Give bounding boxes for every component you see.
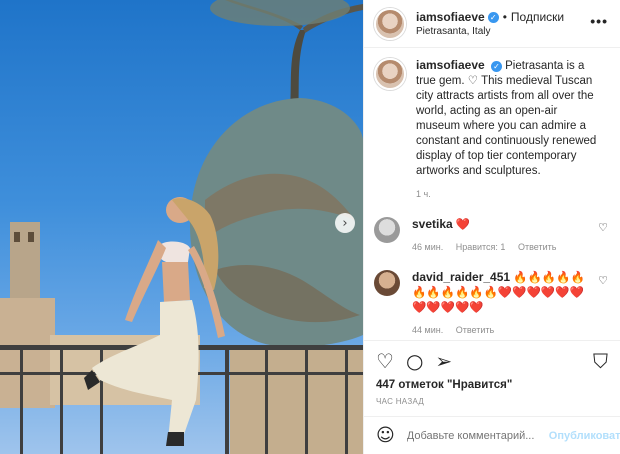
emoji-icon[interactable]: ☺ bbox=[376, 425, 395, 446]
post-location[interactable]: Pietrasanta, Italy bbox=[416, 26, 564, 37]
post-actions: ♡ ○ ➢ ⛉ 447 отметок "Нравится" ЧАС НАЗАД bbox=[364, 340, 620, 406]
commenter-username[interactable]: david_raider_451 bbox=[412, 270, 510, 284]
comment-time[interactable]: 46 мин. bbox=[412, 242, 443, 252]
comment-text: ❤️ bbox=[455, 219, 471, 231]
author-avatar[interactable] bbox=[374, 7, 406, 40]
separator-dot: • bbox=[502, 10, 507, 24]
more-options-icon[interactable]: ••• bbox=[590, 13, 608, 29]
caption-username[interactable]: iamsofiaeve bbox=[416, 58, 485, 72]
bookmark-icon[interactable]: ⛉ bbox=[593, 351, 608, 371]
tree-foliage bbox=[210, 0, 350, 26]
building bbox=[230, 345, 363, 454]
commenter-username[interactable]: svetika bbox=[412, 217, 453, 231]
caption-author-avatar[interactable] bbox=[374, 58, 406, 90]
reply-button[interactable]: Ответить bbox=[518, 242, 556, 252]
caption-text: Pietrasanta is a true gem. ♡ This mediev… bbox=[416, 60, 597, 177]
person bbox=[84, 197, 225, 446]
add-comment-bar: ☺ Опубликовать bbox=[364, 416, 620, 454]
comment-likes[interactable]: Нравится: 1 bbox=[456, 242, 506, 252]
reply-button[interactable]: Ответить bbox=[456, 325, 494, 335]
publish-button[interactable]: Опубликовать bbox=[549, 430, 620, 442]
comment-item: david_raider_451 🔥🔥🔥🔥🔥🔥🔥🔥🔥🔥🔥❤️❤️❤️❤️❤️❤️… bbox=[374, 270, 608, 338]
post-caption: iamsofiaeve ✓ Pietrasanta is a true gem.… bbox=[374, 58, 608, 202]
photo-scene bbox=[0, 0, 363, 454]
building bbox=[0, 298, 55, 408]
commenter-avatar[interactable] bbox=[374, 217, 400, 243]
author-username[interactable]: iamsofiaeve bbox=[416, 10, 485, 24]
comment-time[interactable]: 44 мин. bbox=[412, 325, 443, 335]
comment-icon[interactable]: ○ bbox=[406, 351, 423, 371]
instagram-post: › iamsofiaeve ✓ • Подписки Pietrasanta, … bbox=[0, 0, 620, 454]
comment-item: svetika ❤️ 46 мин. Нравится: 1 Ответить … bbox=[374, 217, 608, 255]
posted-time[interactable]: ЧАС НАЗАД bbox=[376, 397, 608, 406]
verified-badge-icon: ✓ bbox=[487, 11, 499, 23]
following-button[interactable]: Подписки bbox=[511, 10, 564, 24]
commenter-avatar[interactable] bbox=[374, 270, 400, 296]
comments-section: iamsofiaeve ✓ Pietrasanta is a true gem.… bbox=[364, 48, 620, 341]
comment-input[interactable] bbox=[404, 428, 549, 443]
caption-time[interactable]: 1 ч. bbox=[416, 187, 601, 202]
verified-badge-icon: ✓ bbox=[490, 61, 502, 72]
like-heart-icon[interactable]: ♡ bbox=[376, 351, 394, 371]
like-comment-heart-icon[interactable]: ♡ bbox=[598, 221, 608, 234]
like-comment-heart-icon[interactable]: ♡ bbox=[598, 274, 608, 287]
next-photo-button[interactable]: › bbox=[335, 213, 355, 233]
likes-count[interactable]: 447 отметок "Нравится" bbox=[376, 379, 608, 391]
post-header: iamsofiaeve ✓ • Подписки Pietrasanta, It… bbox=[364, 0, 620, 48]
post-photo[interactable]: › bbox=[0, 0, 363, 454]
post-sidebar: iamsofiaeve ✓ • Подписки Pietrasanta, It… bbox=[363, 0, 620, 454]
share-icon[interactable]: ➢ bbox=[435, 351, 452, 371]
